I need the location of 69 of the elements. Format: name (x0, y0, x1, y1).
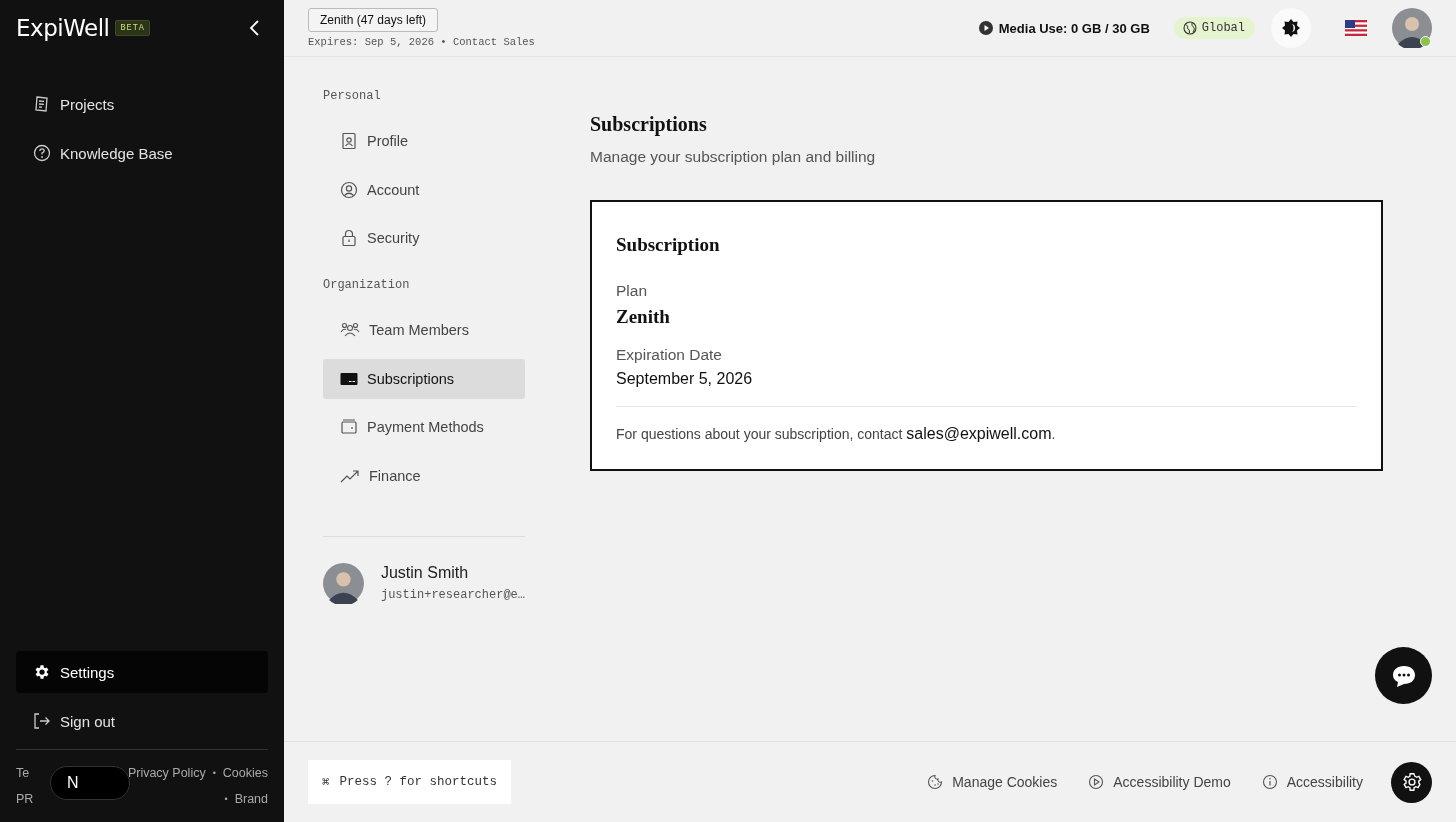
cookie-icon (927, 774, 944, 790)
page-subtitle: Manage your subscription plan and billing (590, 148, 877, 166)
chat-icon (1390, 663, 1417, 688)
settings-nav-item[interactable]: Account (323, 169, 525, 210)
settings-nav-item[interactable]: Team Members (323, 310, 525, 350)
document-icon (33, 95, 51, 113)
plan-button[interactable]: Zenith (47 days left) (308, 8, 439, 32)
user-avatar[interactable] (1392, 8, 1432, 48)
theme-toggle[interactable] (1271, 8, 1311, 48)
section-heading: Personal (323, 89, 382, 105)
contact-sales-link[interactable]: Contact Sales (452, 36, 535, 48)
settings-nav-item[interactable]: Payment Methods (323, 407, 525, 447)
settings-icon (33, 663, 51, 681)
flag-icon[interactable] (1345, 20, 1367, 36)
settings-nav-item[interactable]: Subscriptions (323, 358, 525, 399)
play-circle-icon (1088, 774, 1105, 790)
team-icon (340, 321, 360, 339)
field-value: Zenith (616, 306, 671, 328)
play-icon (978, 21, 993, 35)
contact-note: For questions about your subscription, contact sales@expiwell.com. (616, 406, 1357, 443)
user-email: justin+researcher@e… (380, 588, 525, 602)
settings-nav-item[interactable]: Finance (323, 455, 525, 496)
expiry-text: Expires: Sep 5, 2026 (308, 36, 435, 48)
sidebar-item[interactable]: Settings (16, 651, 268, 693)
user-circle-icon (340, 180, 358, 199)
user-avatar (323, 562, 364, 604)
lock-icon (340, 229, 358, 247)
help-icon (33, 144, 51, 162)
footer-link[interactable]: Accessibility (1261, 774, 1363, 790)
chat-button[interactable] (1375, 647, 1432, 704)
dev-badge[interactable]: N (50, 766, 130, 800)
footer-link[interactable]: Manage Cookies (927, 774, 1058, 790)
page-title: Subscriptions (590, 113, 708, 136)
sidebar-item[interactable]: Projects (16, 86, 268, 122)
chevron-left-icon[interactable] (248, 19, 260, 37)
settings-nav-item[interactable]: Profile (323, 121, 525, 161)
command-key-icon: ⌘ (322, 774, 330, 790)
footer-link[interactable]: Te (16, 766, 30, 780)
id-badge-icon (340, 132, 358, 150)
settings-icon (1400, 771, 1423, 793)
separator-dot: • (224, 794, 228, 804)
shortcuts-hint[interactable]: ⌘ Press ? for shortcuts (308, 760, 512, 804)
footer-link[interactable]: Accessibility Demo (1088, 774, 1231, 790)
sidebar-item[interactable]: Knowledge Base (16, 135, 268, 171)
section-heading: Organization (323, 278, 411, 294)
footer-link[interactable]: PR (16, 792, 34, 806)
settings-button[interactable] (1391, 761, 1432, 803)
region-button[interactable]: Global (1173, 17, 1255, 39)
logo: ExpiWell (16, 15, 110, 41)
footer-link[interactable]: Cookies (222, 766, 268, 780)
wallet-icon (340, 418, 358, 436)
sidebar-item[interactable]: Sign out (16, 700, 268, 742)
globe-icon (1182, 21, 1197, 35)
beta-badge: BETA (115, 20, 150, 36)
shortcuts-text: Press ? for shortcuts (339, 775, 498, 789)
sign-out-icon (33, 712, 51, 730)
field-value: September 5, 2026 (616, 370, 754, 388)
media-usage: Media Use: 0 GB / 30 GB (998, 20, 1150, 36)
footer-link[interactable]: Brand (234, 792, 268, 806)
brightness-icon (1281, 18, 1301, 38)
field-label: Expiration Date (616, 346, 723, 364)
user-name: Justin Smith (380, 564, 470, 582)
footer-link[interactable]: Privacy Policy (127, 766, 206, 780)
separator-dot: • (212, 768, 216, 778)
field-label: Plan (616, 282, 649, 300)
card-title: Subscription (616, 234, 721, 256)
separator-dot: • (440, 36, 447, 48)
settings-nav-item[interactable]: Security (323, 218, 525, 258)
info-icon (1261, 774, 1278, 790)
